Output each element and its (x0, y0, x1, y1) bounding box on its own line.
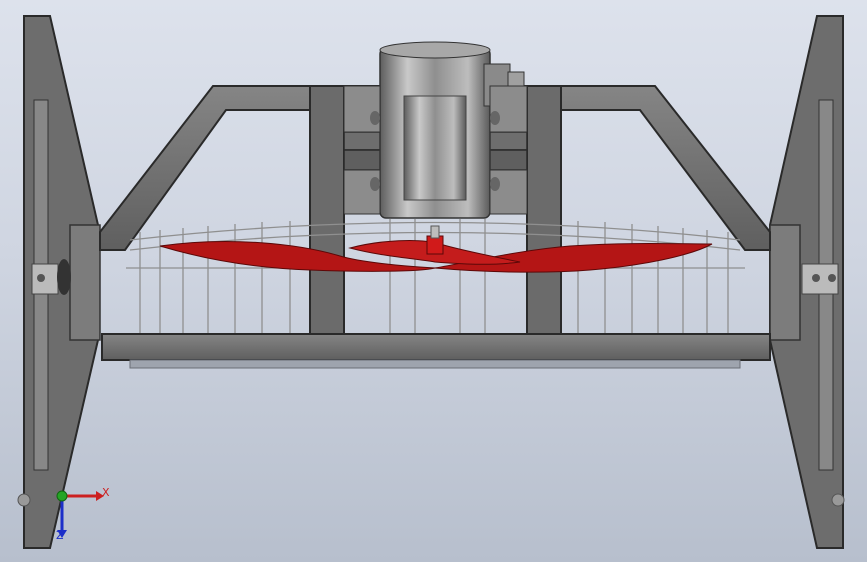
motor (343, 41, 528, 219)
fan-blades (159, 225, 713, 273)
fan-assembly-model[interactable] (0, 0, 867, 562)
cad-viewport[interactable]: X Z (0, 0, 867, 562)
right-frame-leg (769, 15, 845, 549)
x-axis-label: X (102, 486, 110, 499)
z-axis-label: Z (56, 529, 64, 542)
left-frame-leg (17, 15, 101, 549)
base-bar (101, 333, 771, 369)
origin-marker (56, 490, 68, 502)
